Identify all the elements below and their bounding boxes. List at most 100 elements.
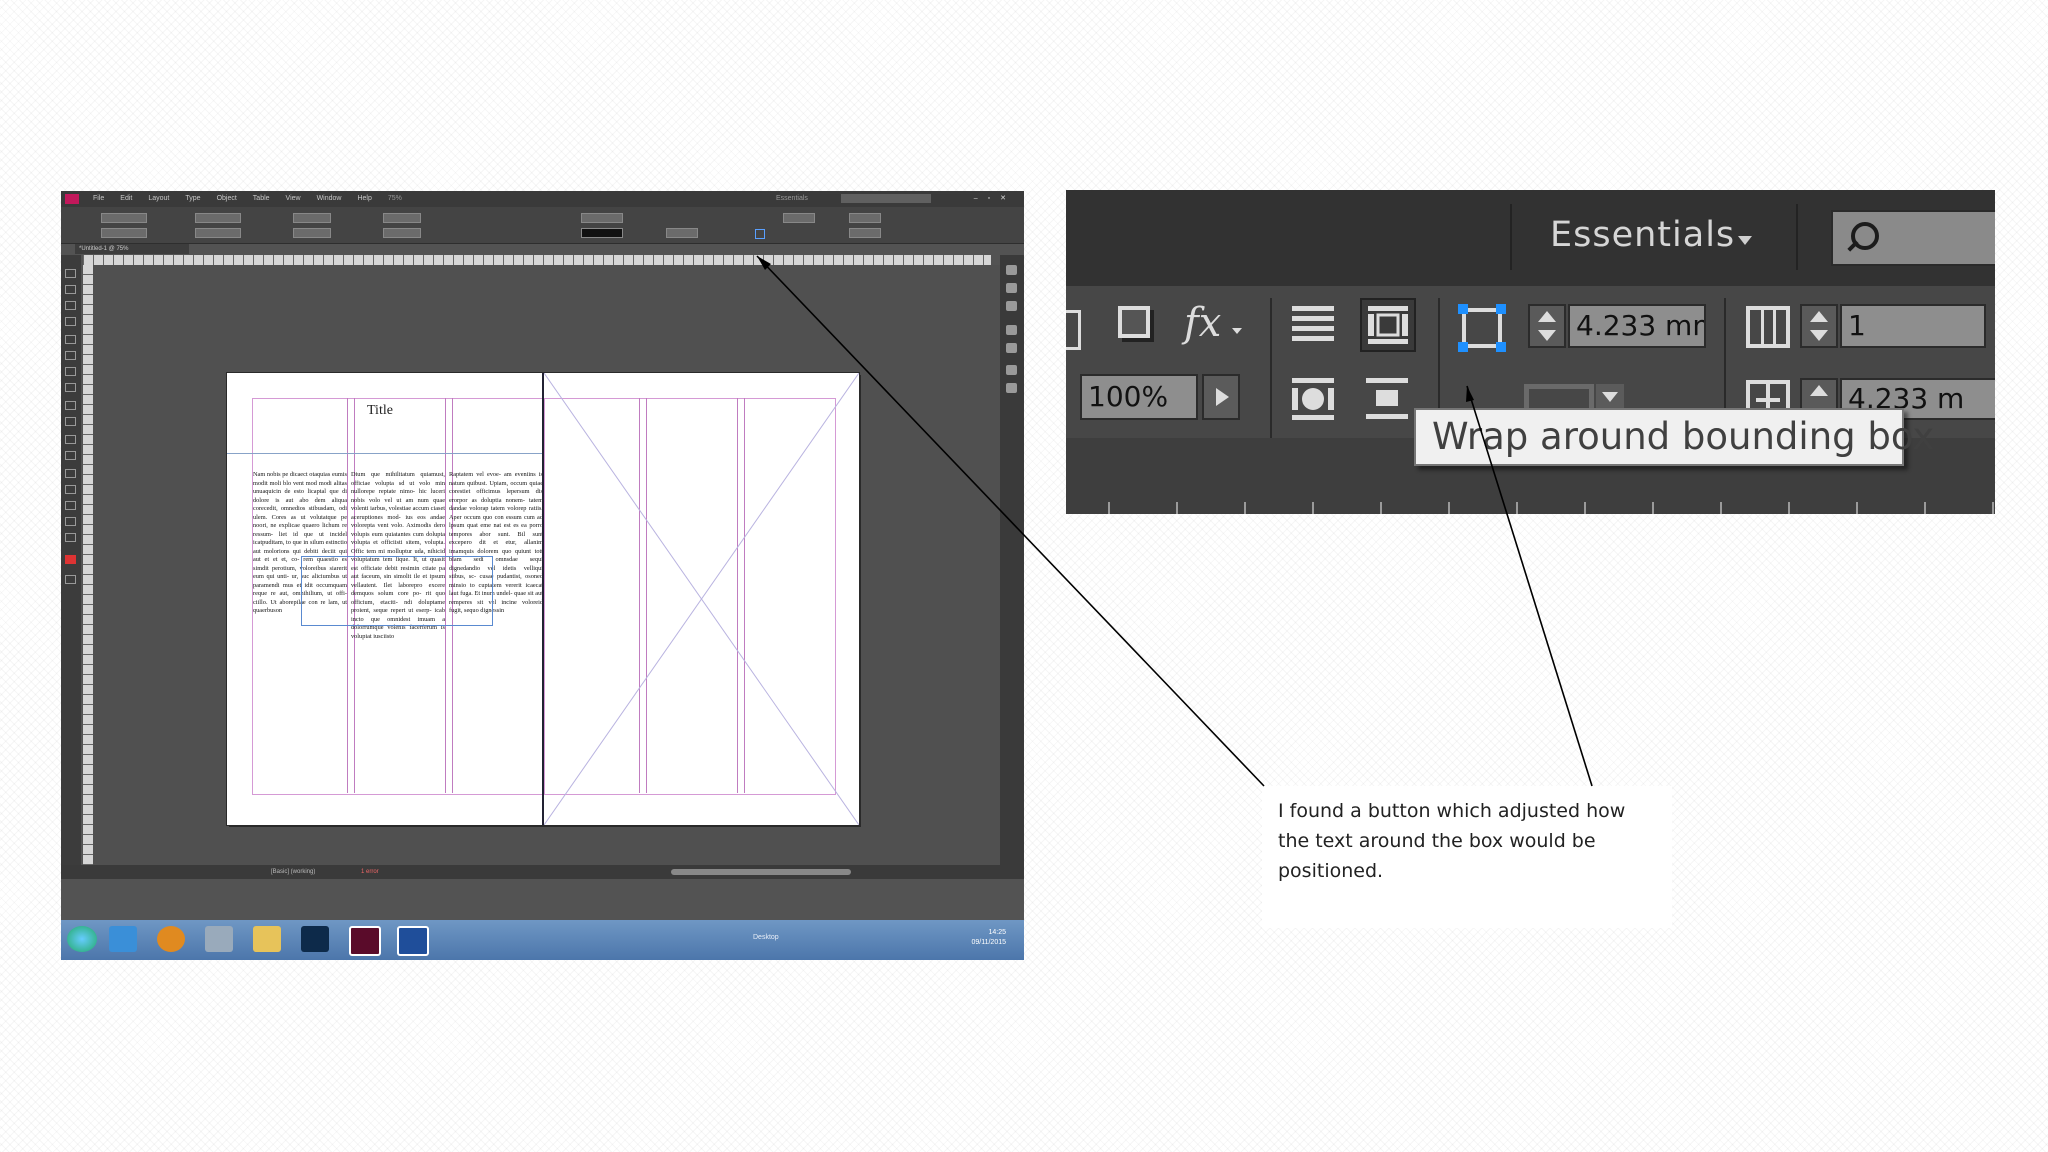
stroke-weight-stepper[interactable] bbox=[1528, 304, 1566, 348]
stroke-weight-field[interactable]: 4.233 mm bbox=[1568, 304, 1706, 348]
gap-tool-icon[interactable] bbox=[65, 317, 76, 326]
screen-mode-icon[interactable] bbox=[65, 575, 76, 584]
note-tool-icon[interactable] bbox=[65, 485, 76, 494]
start-button-icon[interactable] bbox=[67, 926, 97, 952]
effects-fx-icon[interactable]: fx bbox=[1184, 300, 1221, 346]
free-transform-tool-icon[interactable] bbox=[65, 451, 76, 460]
columns-field[interactable] bbox=[849, 213, 881, 223]
zoom-tool-icon[interactable] bbox=[65, 533, 76, 542]
stroke-type-field[interactable] bbox=[581, 228, 623, 238]
pen-tool-icon[interactable] bbox=[65, 367, 76, 376]
no-text-wrap-icon[interactable] bbox=[1290, 304, 1336, 346]
columns-field[interactable]: 1 bbox=[1840, 304, 1986, 348]
document-tab[interactable]: *Untitled-1 @ 75% bbox=[75, 244, 189, 254]
height-field[interactable] bbox=[195, 228, 241, 238]
swatches-panel-icon[interactable] bbox=[1006, 343, 1017, 353]
wrap-around-bounding-box-toggle-icon[interactable] bbox=[1360, 298, 1416, 352]
clock-time: 14:25 bbox=[988, 929, 1006, 936]
media-player-icon[interactable] bbox=[157, 926, 185, 952]
jump-object-icon[interactable] bbox=[1364, 376, 1410, 422]
internet-explorer-icon[interactable] bbox=[109, 926, 137, 952]
gradient-tool-icon[interactable] bbox=[65, 469, 76, 478]
columns-stepper[interactable] bbox=[1800, 304, 1838, 348]
rectangle-tool-icon[interactable] bbox=[65, 417, 76, 426]
direct-selection-tool-icon[interactable] bbox=[65, 285, 76, 294]
text-column-3[interactable]: Raptatem vel evoe- am eveniins is natum … bbox=[449, 471, 543, 781]
wrap-around-object-shape-icon[interactable] bbox=[1290, 376, 1336, 422]
text-frame-columns-icon[interactable] bbox=[1746, 304, 1792, 350]
opacity-field[interactable] bbox=[666, 228, 698, 238]
word-icon[interactable] bbox=[397, 926, 429, 956]
layers-panel-icon[interactable] bbox=[1006, 283, 1017, 293]
workspace-switcher[interactable]: Essentials bbox=[1550, 215, 1735, 255]
partial-icon[interactable] bbox=[1066, 310, 1081, 350]
menu-edit[interactable]: Edit bbox=[112, 191, 140, 207]
zoom-level-dropdown[interactable]: 75% bbox=[388, 191, 402, 207]
chevron-down-icon[interactable] bbox=[1232, 328, 1242, 334]
menu-bar: File Edit Layout Type Object Table View … bbox=[61, 191, 1024, 207]
indesign-icon[interactable] bbox=[349, 926, 381, 956]
opacity-slider-button[interactable] bbox=[1202, 374, 1240, 420]
search-field[interactable] bbox=[1831, 210, 1995, 266]
width-field[interactable] bbox=[195, 213, 241, 223]
menu-window[interactable]: Window bbox=[309, 191, 350, 207]
search-field[interactable] bbox=[841, 194, 931, 203]
selection-tool-icon[interactable] bbox=[65, 269, 76, 278]
wrap-offset-field[interactable] bbox=[783, 213, 815, 223]
page-title[interactable]: Title bbox=[367, 403, 393, 419]
hand-tool-icon[interactable] bbox=[65, 517, 76, 526]
menu-file[interactable]: File bbox=[85, 191, 112, 207]
opacity-field[interactable]: 100% bbox=[1080, 374, 1198, 420]
horizontal-scrollbar[interactable] bbox=[671, 869, 851, 875]
scale-x-field[interactable] bbox=[293, 213, 331, 223]
y-position-field[interactable] bbox=[101, 228, 147, 238]
preflight-profile[interactable]: [Basic] (working) bbox=[271, 865, 315, 879]
horizontal-ruler bbox=[1066, 502, 1995, 514]
scale-y-field[interactable] bbox=[293, 228, 331, 238]
stroke-weight-field[interactable] bbox=[581, 213, 623, 223]
system-clock[interactable]: 14:25 09/11/2015 bbox=[971, 928, 1006, 948]
menu-object[interactable]: Object bbox=[209, 191, 245, 207]
pencil-tool-icon[interactable] bbox=[65, 383, 76, 392]
text-column-1[interactable]: Nam nobis pe dicaect otaquias eumis modi… bbox=[253, 471, 347, 781]
x-position-field[interactable] bbox=[101, 213, 147, 223]
drop-shadow-icon[interactable] bbox=[1118, 306, 1158, 346]
empty-image-frame[interactable] bbox=[544, 373, 859, 825]
pages-panel-icon[interactable] bbox=[1006, 265, 1017, 275]
indesign-screenshot: File Edit Layout Type Object Table View … bbox=[61, 191, 1024, 960]
menu-layout[interactable]: Layout bbox=[140, 191, 177, 207]
windows-explorer-icon[interactable] bbox=[205, 926, 233, 952]
color-panel-icon[interactable] bbox=[1006, 365, 1017, 375]
fill-stroke-swatch-icon[interactable] bbox=[65, 555, 76, 564]
shear-field[interactable] bbox=[383, 228, 421, 238]
windows-taskbar: Desktop 14:25 09/11/2015 bbox=[61, 920, 1024, 960]
window-controls[interactable]: –▫✕ bbox=[974, 191, 1016, 207]
stroke-panel-icon[interactable] bbox=[1006, 325, 1017, 335]
document-spread[interactable]: Title Nam nobis pe dicaect otaquias eumi… bbox=[226, 372, 860, 826]
rectangle-frame-tool-icon[interactable] bbox=[65, 401, 76, 410]
menu-view[interactable]: View bbox=[278, 191, 309, 207]
menu-table[interactable]: Table bbox=[245, 191, 278, 207]
type-tool-icon[interactable] bbox=[65, 335, 76, 344]
text-wrap-boundary[interactable] bbox=[301, 556, 493, 626]
panel-dock bbox=[1000, 255, 1024, 865]
rotation-field[interactable] bbox=[383, 213, 421, 223]
wrap-around-bounding-box-icon[interactable] bbox=[1458, 304, 1506, 352]
eyedropper-tool-icon[interactable] bbox=[65, 501, 76, 510]
workspace-switcher[interactable]: Essentials bbox=[776, 191, 808, 207]
desktop-toolbar-label[interactable]: Desktop bbox=[753, 934, 779, 941]
menu-help[interactable]: Help bbox=[349, 191, 379, 207]
line-tool-icon[interactable] bbox=[65, 351, 76, 360]
wrap-around-bounding-box-icon[interactable] bbox=[755, 229, 765, 239]
cc-libraries-panel-icon[interactable] bbox=[1006, 383, 1017, 393]
gutter-field[interactable] bbox=[849, 228, 881, 238]
chevron-down-icon[interactable] bbox=[1738, 236, 1752, 245]
preflight-errors[interactable]: 1 error bbox=[361, 865, 379, 879]
scissors-tool-icon[interactable] bbox=[65, 435, 76, 444]
links-panel-icon[interactable] bbox=[1006, 301, 1017, 311]
menu-type[interactable]: Type bbox=[177, 191, 208, 207]
text-column-2[interactable]: Dium que mihilitatum quiamust, officiae … bbox=[351, 471, 445, 781]
photoshop-icon[interactable] bbox=[301, 926, 329, 952]
folder-icon[interactable] bbox=[253, 926, 281, 952]
page-tool-icon[interactable] bbox=[65, 301, 76, 310]
